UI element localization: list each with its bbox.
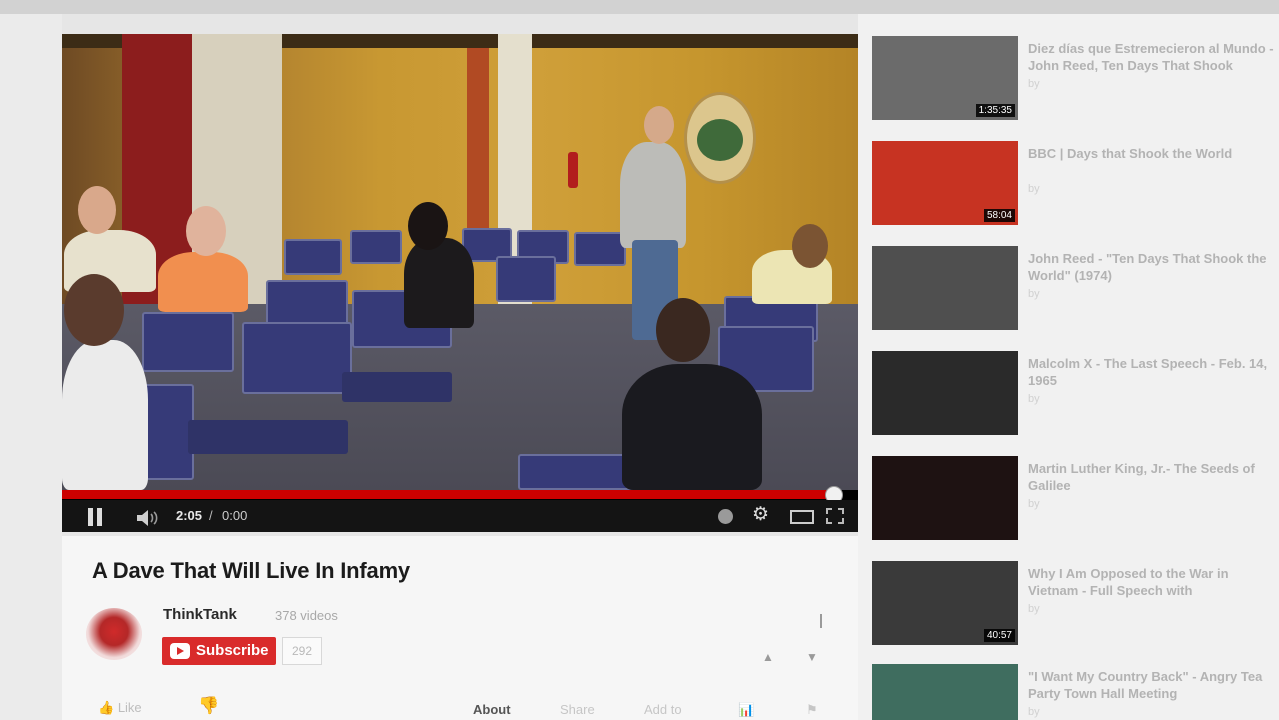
dislike-count-icon: ▼: [806, 650, 818, 664]
tab-about[interactable]: About: [473, 702, 511, 717]
audience-head: [644, 106, 674, 144]
time-total: 0:00: [222, 508, 248, 523]
audience-woman-orange: [158, 252, 248, 312]
fullscreen-icon[interactable]: [826, 508, 844, 524]
related-video-item[interactable]: Martin Luther King, Jr.- The Seeds of Ga…: [872, 456, 1272, 544]
video-player[interactable]: 2:05 / 0:00 ⚙: [62, 34, 858, 532]
related-video-thumbnail[interactable]: 40:57: [872, 561, 1018, 645]
related-video-title[interactable]: BBC | Days that Shook the World: [1028, 145, 1278, 162]
time-separator: /: [209, 508, 213, 523]
tab-share[interactable]: Share: [560, 702, 595, 717]
browser-top-strip: [0, 0, 1279, 14]
channel-avatar[interactable]: [86, 608, 142, 660]
youtube-logo-icon: [170, 643, 190, 659]
progress-bar[interactable]: [62, 490, 835, 499]
related-video-channel[interactable]: by: [1028, 498, 1040, 510]
related-video-title[interactable]: John Reed - "Ten Days That Shook the Wor…: [1028, 250, 1278, 284]
volume-icon[interactable]: [136, 507, 160, 526]
related-video-title[interactable]: Diez días que Estremecieron al Mundo - J…: [1028, 40, 1278, 74]
related-video-title[interactable]: Why I Am Opposed to the War in Vietnam -…: [1028, 565, 1278, 599]
related-video-item[interactable]: "I Want My Country Back" - Angry Tea Par…: [872, 664, 1272, 720]
time-current: 2:05: [176, 508, 203, 523]
related-video-channel[interactable]: by: [1028, 393, 1040, 405]
scene-door: [467, 48, 489, 228]
related-video-item[interactable]: Malcolm X - The Last Speech - Feb. 14, 1…: [872, 351, 1272, 439]
like-count-icon: ▲: [762, 650, 774, 664]
audience-head: [186, 206, 226, 256]
related-video-thumbnail[interactable]: [872, 351, 1018, 435]
theater-mode-icon[interactable]: [790, 510, 814, 524]
chair-seat: [342, 372, 452, 402]
related-video-title[interactable]: Malcolm X - The Last Speech - Feb. 14, 1…: [1028, 355, 1278, 389]
related-video-item[interactable]: 58:04 BBC | Days that Shook the World by: [872, 141, 1272, 229]
like-button[interactable]: 👍 Like: [98, 700, 142, 716]
chair: [350, 230, 402, 264]
chair: [266, 280, 348, 326]
related-video-thumbnail[interactable]: [872, 246, 1018, 330]
related-video-thumbnail[interactable]: 1:35:35: [872, 36, 1018, 120]
related-videos-sidebar: 1:35:35 Diez días que Estremecieron al M…: [858, 14, 1279, 720]
subscriber-count: 292: [282, 637, 322, 665]
related-video-title[interactable]: "I Want My Country Back" - Angry Tea Par…: [1028, 668, 1278, 702]
video-duration: 58:04: [983, 209, 1015, 222]
audience-woman-front: [622, 364, 762, 490]
related-video-channel[interactable]: by: [1028, 288, 1040, 300]
subscribe-button[interactable]: Subscribe: [162, 637, 276, 665]
related-video-channel[interactable]: by: [1028, 183, 1040, 195]
audience-woman-black: [404, 238, 474, 328]
view-count-marker: [820, 614, 828, 628]
audience-head: [792, 224, 828, 268]
video-duration: 1:35:35: [975, 104, 1015, 117]
channel-video-count[interactable]: 378 videos: [275, 608, 338, 623]
related-video-item[interactable]: John Reed - "Ten Days That Shook the Wor…: [872, 246, 1272, 334]
pause-icon[interactable]: [86, 508, 104, 526]
audience-head: [656, 298, 710, 362]
captions-icon[interactable]: [718, 509, 733, 524]
page-left-margin: [0, 14, 62, 720]
related-video-thumbnail[interactable]: 58:04: [872, 141, 1018, 225]
video-title: A Dave That Will Live In Infamy: [92, 558, 410, 583]
like-label: Like: [117, 700, 142, 715]
related-video-channel[interactable]: by: [1028, 603, 1040, 615]
chair: [496, 256, 556, 302]
chair-seat: [188, 420, 348, 454]
audience-woman-white: [62, 340, 148, 490]
wall-seal-logo: [684, 92, 756, 184]
subscribe-label: Subscribe: [196, 642, 269, 659]
related-video-channel[interactable]: by: [1028, 78, 1040, 90]
related-video-thumbnail[interactable]: [872, 664, 1018, 720]
related-video-item[interactable]: 1:35:35 Diez días que Estremecieron al M…: [872, 36, 1274, 124]
video-frame[interactable]: [62, 34, 858, 490]
audience-head: [408, 202, 448, 250]
related-video-thumbnail[interactable]: [872, 456, 1018, 540]
tab-flag-icon[interactable]: ⚑: [806, 702, 818, 718]
dislike-button[interactable]: 👎: [198, 696, 219, 716]
fire-extinguisher: [568, 152, 578, 188]
video-info-panel: A Dave That Will Live In Infamy ThinkTan…: [62, 536, 858, 720]
related-video-channel[interactable]: by: [1028, 706, 1040, 718]
audience-head: [78, 186, 116, 234]
tab-stats-icon[interactable]: 📊: [738, 702, 754, 718]
standing-man-shouting: [620, 142, 686, 248]
video-duration: 40:57: [983, 629, 1015, 642]
related-video-item[interactable]: 40:57 Why I Am Opposed to the War in Vie…: [872, 561, 1272, 649]
related-video-title[interactable]: Martin Luther King, Jr.- The Seeds of Ga…: [1028, 460, 1278, 494]
chair: [574, 232, 626, 266]
channel-name[interactable]: ThinkTank: [163, 606, 237, 623]
tab-add-to[interactable]: Add to: [644, 702, 682, 717]
audience-head: [64, 274, 124, 346]
chair: [242, 322, 352, 394]
chair: [142, 312, 234, 372]
player-controls: 2:05 / 0:00 ⚙: [62, 500, 858, 532]
gear-icon[interactable]: ⚙: [752, 500, 769, 530]
chair: [284, 239, 342, 275]
